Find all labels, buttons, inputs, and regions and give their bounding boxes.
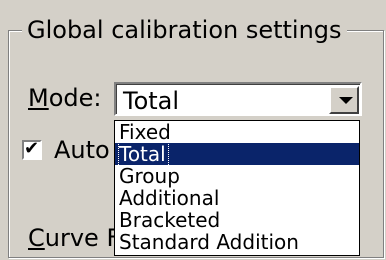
- mode-selected-value: Total: [123, 87, 180, 115]
- mode-option-additional[interactable]: Additional: [115, 187, 359, 209]
- mode-combobox-field[interactable]: Total: [116, 84, 360, 115]
- chevron-down-icon: [339, 97, 353, 104]
- mode-option-total[interactable]: Total: [115, 141, 359, 167]
- mode-option-standard-addition[interactable]: Standard Addition: [115, 231, 359, 253]
- mode-combobox[interactable]: Total: [114, 82, 362, 116]
- auto-checkbox-label[interactable]: Auto: [54, 136, 110, 164]
- mode-option-fixed[interactable]: Fixed: [115, 121, 359, 143]
- mode-dropdown-button[interactable]: [329, 86, 359, 114]
- auto-checkbox[interactable]: ✔: [22, 138, 42, 160]
- mode-option-bracketed[interactable]: Bracketed: [115, 209, 359, 231]
- checkmark-icon: ✔: [24, 138, 40, 159]
- mode-option-group[interactable]: Group: [115, 165, 359, 187]
- mode-dropdown-list[interactable]: Fixed Total Group Additional Bracketed S…: [114, 120, 360, 256]
- mode-label: Mode:: [28, 84, 102, 112]
- groupbox-title: Global calibration settings: [22, 16, 347, 44]
